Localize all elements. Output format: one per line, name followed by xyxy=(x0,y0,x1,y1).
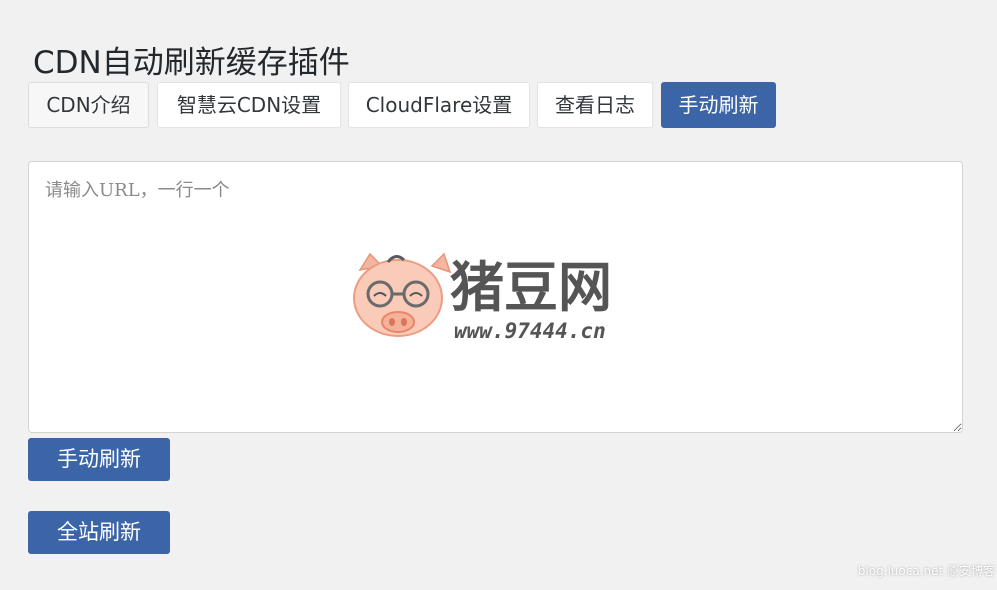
tab-manual-refresh[interactable]: 手动刷新 xyxy=(661,82,776,128)
manual-refresh-button[interactable]: 手动刷新 xyxy=(28,438,170,481)
tab-zhihuiyun-cdn-settings[interactable]: 智慧云CDN设置 xyxy=(157,82,341,128)
url-input[interactable] xyxy=(28,161,963,433)
full-site-refresh-button[interactable]: 全站刷新 xyxy=(28,511,170,554)
tab-cdn-intro[interactable]: CDN介绍 xyxy=(28,82,149,128)
page-title: CDN自动刷新缓存插件 xyxy=(33,44,350,81)
plugin-settings-page: CDN自动刷新缓存插件 CDN介绍 智慧云CDN设置 CloudFlare设置 … xyxy=(0,0,997,590)
tab-view-logs[interactable]: 查看日志 xyxy=(537,82,653,128)
corner-watermark: blog.luoca.net 原安博客 xyxy=(857,564,995,578)
tab-cloudflare-settings[interactable]: CloudFlare设置 xyxy=(348,82,530,128)
